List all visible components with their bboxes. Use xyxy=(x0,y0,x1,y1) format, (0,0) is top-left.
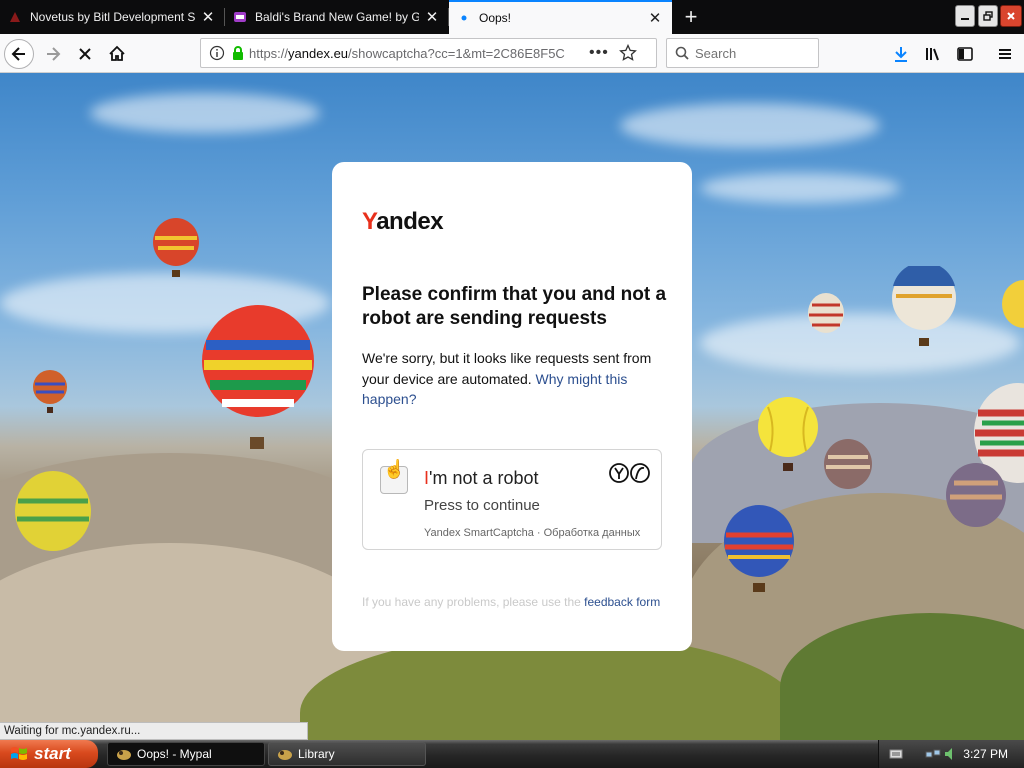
library-button[interactable] xyxy=(918,39,948,69)
tab-title: Oops! xyxy=(479,11,512,25)
menu-button[interactable] xyxy=(990,39,1020,69)
label-rest: 'm not a robot xyxy=(429,468,539,488)
sidebar-button[interactable] xyxy=(950,39,980,69)
novetus-favicon-icon xyxy=(10,12,20,22)
keyboard-icon[interactable] xyxy=(889,747,903,761)
captcha-card: Yandex Please confirm that you and not a… xyxy=(332,162,692,651)
page-actions-icon[interactable]: ••• xyxy=(589,44,609,62)
balloon-image xyxy=(33,370,67,413)
balloon-image xyxy=(724,505,794,592)
search-box[interactable] xyxy=(666,38,819,68)
sidebar-icon xyxy=(957,47,973,61)
network-icon[interactable] xyxy=(925,746,941,762)
downloads-button[interactable] xyxy=(886,39,916,69)
tab-baldi[interactable]: Baldi's Brand New Game! by Grand ✕ xyxy=(225,0,449,34)
minimize-button[interactable] xyxy=(955,5,975,27)
hamburger-menu-icon xyxy=(999,49,1011,59)
forward-button[interactable] xyxy=(38,39,68,69)
feedback-form-link[interactable]: feedback form xyxy=(584,595,660,609)
clock[interactable]: 3:27 PM xyxy=(963,747,1008,761)
taskbar-item-label: Oops! - Mypal xyxy=(137,747,212,761)
feedback-prefix: If you have any problems, please use the xyxy=(362,595,581,609)
balloon-image xyxy=(153,218,199,277)
tab-title: Novetus by Bitl Development Studio xyxy=(30,10,195,24)
lock-icon[interactable] xyxy=(231,45,245,61)
home-button[interactable] xyxy=(102,39,132,69)
captcha-footer-text[interactable]: Yandex SmartCaptcha · Обработка данных xyxy=(424,527,640,539)
home-icon xyxy=(109,45,125,61)
info-icon[interactable] xyxy=(209,45,225,61)
tab-strip: Novetus by Bitl Development Studio ✕ Bal… xyxy=(0,0,1024,34)
start-button[interactable]: start xyxy=(0,740,98,768)
url-host: yandex.eu xyxy=(288,45,349,61)
balloon-image xyxy=(15,471,91,551)
status-bar: Waiting for mc.yandex.ru... xyxy=(0,722,308,740)
system-tray: 3:27 PM xyxy=(878,740,1024,768)
tab-title: Baldi's Brand New Game! by Grand xyxy=(255,10,419,24)
yandex-logo[interactable]: Yandex xyxy=(362,208,444,236)
page-title: Please confirm that you and not a robot … xyxy=(362,284,667,329)
taskbar-item-library[interactable]: Library xyxy=(268,742,426,766)
feedback-text: If you have any problems, please use the… xyxy=(362,595,672,609)
balloon-image xyxy=(808,293,844,333)
page-viewport: Yandex Please confirm that you and not a… xyxy=(0,73,1024,740)
new-tab-button[interactable]: + xyxy=(676,0,706,34)
taskbar: start Oops! - Mypal Library 3:27 PM xyxy=(0,740,1024,768)
taskbar-item-label: Library xyxy=(298,747,335,761)
bookmark-star-icon[interactable] xyxy=(618,44,637,62)
search-input[interactable] xyxy=(695,45,805,61)
smartcaptcha-logo-icon xyxy=(609,463,650,483)
balloon-image xyxy=(202,305,314,449)
url-path: /showcaptcha?cc=1&mt=2C86E8F5C xyxy=(348,45,565,61)
window-close-button[interactable] xyxy=(1000,5,1022,27)
balloon-image xyxy=(946,463,1006,527)
smartcaptcha-widget[interactable]: ☝ I'm not a robot Press to continue Yand… xyxy=(362,449,662,550)
not-robot-label[interactable]: I'm not a robot xyxy=(424,468,539,489)
volume-icon[interactable] xyxy=(943,746,959,762)
close-tab-icon[interactable]: ✕ xyxy=(423,8,441,26)
description-text: We're sorry, but it looks like requests … xyxy=(362,348,667,410)
restore-button[interactable] xyxy=(978,5,998,27)
minimize-icon xyxy=(961,18,969,20)
balloon-image xyxy=(824,439,872,489)
start-label: start xyxy=(34,744,71,763)
navigation-toolbar: https://yandex.eu/showcaptcha?cc=1&mt=2C… xyxy=(0,34,1024,73)
close-icon xyxy=(1007,12,1015,20)
logo-rest: andex xyxy=(376,208,444,235)
back-button[interactable] xyxy=(4,39,34,69)
library-icon xyxy=(926,48,939,61)
tab-oops[interactable]: Oops! ✕ xyxy=(449,0,672,34)
url-scheme: https:// xyxy=(249,45,289,61)
arrow-left-icon xyxy=(11,47,25,61)
stop-button[interactable] xyxy=(70,39,100,69)
download-arrow-icon xyxy=(895,47,907,62)
itch-favicon-icon xyxy=(234,12,246,22)
mypal-icon xyxy=(117,750,131,760)
url-text[interactable]: https://yandex.eu/showcaptcha?cc=1&mt=2C… xyxy=(249,46,579,61)
library-app-icon xyxy=(278,750,292,760)
address-bar[interactable]: https://yandex.eu/showcaptcha?cc=1&mt=2C… xyxy=(200,38,657,68)
press-to-continue-text: Press to continue xyxy=(424,497,540,514)
close-tab-icon[interactable]: ✕ xyxy=(199,8,217,26)
balloon-image xyxy=(892,266,956,346)
search-icon xyxy=(675,46,689,60)
loading-dot-icon xyxy=(461,15,467,21)
windows-flag-icon xyxy=(11,747,27,760)
arrow-right-icon xyxy=(47,47,61,61)
restore-icon xyxy=(983,11,993,21)
taskbar-item-mypal[interactable]: Oops! - Mypal xyxy=(107,742,265,766)
logo-letter-y: Y xyxy=(362,208,377,235)
close-tab-icon[interactable]: ✕ xyxy=(646,9,664,27)
stop-x-icon xyxy=(79,48,91,60)
tab-novetus[interactable]: Novetus by Bitl Development Studio ✕ xyxy=(0,0,225,34)
hand-cursor-icon: ☝ xyxy=(383,459,406,479)
balloon-image xyxy=(1002,280,1024,328)
balloon-image xyxy=(758,397,818,471)
